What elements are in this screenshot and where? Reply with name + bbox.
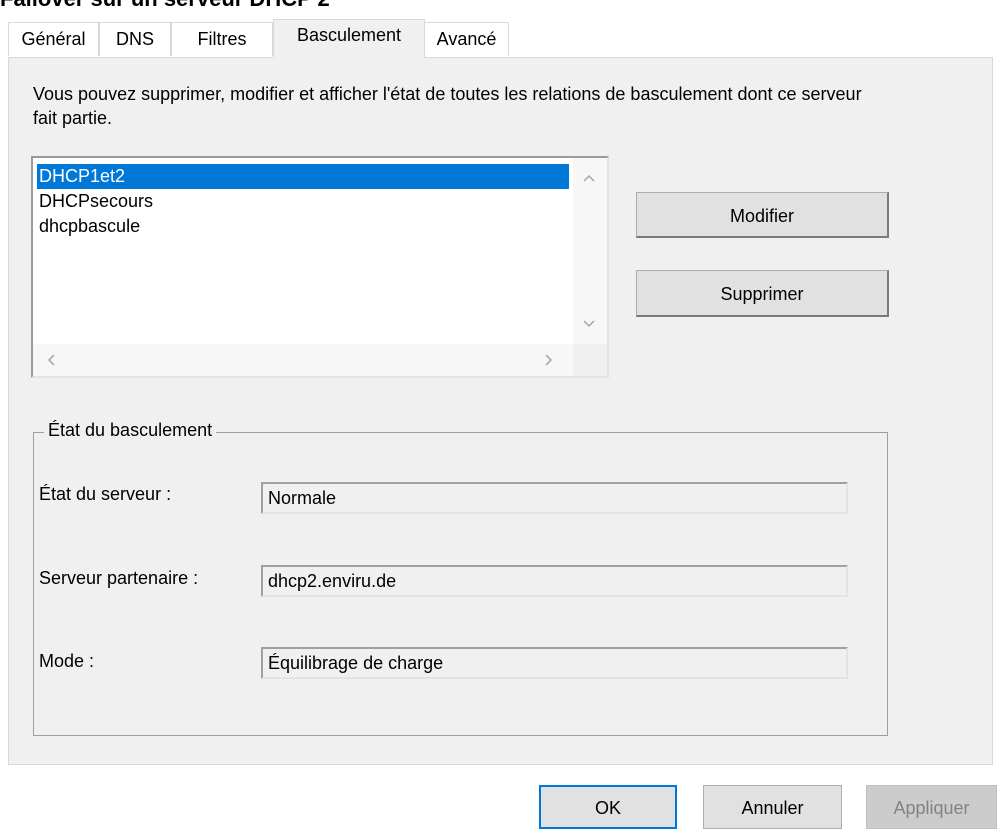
scroll-corner <box>573 344 607 376</box>
page-heading: Failover sur un serveur DHCP 2 <box>0 0 330 12</box>
server-state-field: Normale <box>261 482 848 514</box>
chevron-left-icon[interactable] <box>43 352 59 371</box>
partner-server-field: dhcp2.enviru.de <box>261 565 848 597</box>
tab-dns[interactable]: DNS <box>99 22 171 56</box>
horizontal-scrollbar[interactable] <box>33 344 573 376</box>
chevron-down-icon[interactable] <box>581 316 597 335</box>
description-text: Vous pouvez supprimer, modifier et affic… <box>33 84 862 128</box>
vertical-scrollbar[interactable] <box>573 158 607 344</box>
failover-relations-list[interactable]: DHCP1et2 DHCPsecours dhcpbascule <box>31 156 609 378</box>
chevron-up-icon[interactable] <box>581 170 597 189</box>
delete-button[interactable]: Supprimer <box>636 270 889 317</box>
tab-filters[interactable]: Filtres <box>171 22 273 56</box>
group-title: État du basculement <box>44 420 217 441</box>
ok-button[interactable]: OK <box>539 785 677 829</box>
cancel-button[interactable]: Annuler <box>703 785 842 829</box>
chevron-right-icon[interactable] <box>541 352 557 371</box>
apply-button[interactable]: Appliquer <box>866 785 997 829</box>
list-item-dhcp1et2[interactable]: DHCP1et2 <box>37 164 569 189</box>
tab-general[interactable]: Général <box>8 22 99 56</box>
server-state-label: État du serveur : <box>39 484 172 504</box>
modify-button[interactable]: Modifier <box>636 192 889 238</box>
mode-field: Équilibrage de charge <box>261 647 848 679</box>
tab-failover[interactable]: Basculement <box>273 19 425 58</box>
list-item-dhcpsecours[interactable]: DHCPsecours <box>37 189 569 214</box>
tab-advanced[interactable]: Avancé <box>424 22 509 56</box>
partner-server-label: Serveur partenaire : <box>39 568 199 588</box>
mode-label: Mode : <box>39 651 95 671</box>
tab-strip: Général DNS Filtres Basculement Avancé <box>8 19 993 58</box>
list-item-dhcpbascule[interactable]: dhcpbascule <box>37 214 569 239</box>
